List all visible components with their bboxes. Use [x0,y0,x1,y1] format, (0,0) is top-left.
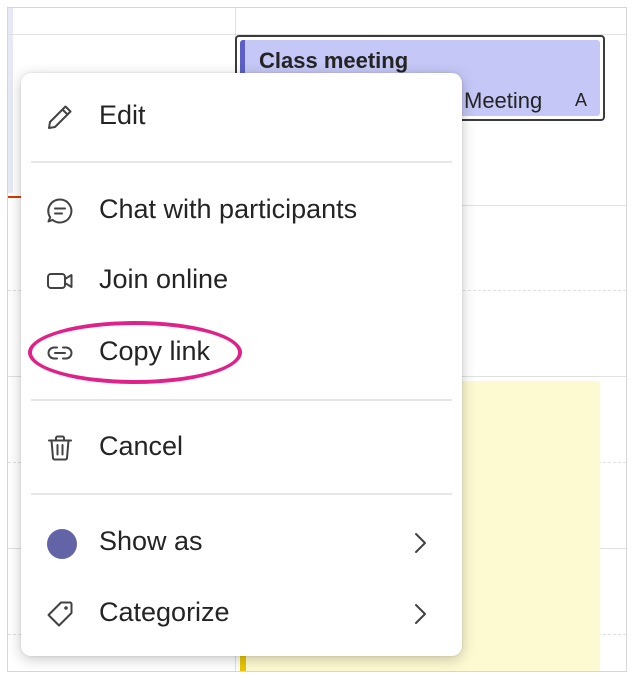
chevron-right-icon [415,533,426,553]
trash-icon [48,435,72,461]
menu-item-join-online[interactable]: Join online [21,251,462,311]
menu-item-label: Edit [99,100,146,130]
event-subtitle: Meeting [464,88,543,113]
tag-icon [47,601,73,627]
menu-divider [31,399,452,401]
menu-item-cancel[interactable]: Cancel [21,418,462,478]
status-dot-icon [47,529,77,559]
chat-icon [47,198,73,224]
event-badge: A [575,90,588,110]
menu-item-label: Join online [99,264,229,294]
menu-item-label: Show as [99,526,203,556]
menu-divider [31,161,452,163]
menu-item-show-as[interactable]: Show as [21,513,462,573]
menu-item-label: Cancel [99,431,184,461]
video-camera-icon [47,273,73,289]
menu-item-edit[interactable]: Edit [21,87,462,147]
menu-divider [31,493,452,495]
day-column-tint [8,8,13,193]
chevron-right-icon [415,604,426,624]
pencil-icon [48,105,72,129]
highlight-ellipse [28,321,242,384]
menu-item-label: Categorize [99,597,230,627]
current-time-indicator [8,196,22,198]
menu-item-categorize[interactable]: Categorize [21,584,462,644]
menu-item-chat[interactable]: Chat with participants [21,181,462,241]
menu-item-label: Chat with participants [99,194,358,224]
event-title: Class meeting [259,48,409,73]
